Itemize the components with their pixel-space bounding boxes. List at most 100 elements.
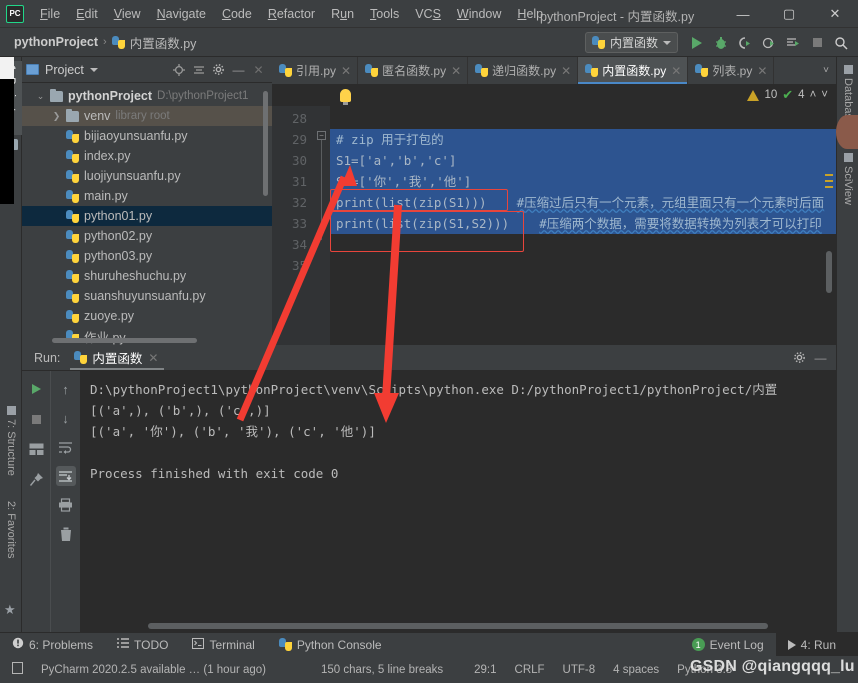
- intention-bulb-icon[interactable]: [340, 89, 351, 102]
- python-file-icon: [66, 210, 79, 223]
- sidebar-item-favorites[interactable]: 2: Favorites: [0, 497, 22, 593]
- close-panel-button[interactable]: ✕: [249, 60, 268, 79]
- tree-item-index[interactable]: index.py: [22, 146, 272, 166]
- tree-item-venv[interactable]: ❯ venv library root: [22, 106, 272, 126]
- tree-item-pythonproject[interactable]: ⌄ pythonProject D:\pythonProject1: [22, 86, 272, 106]
- console-view-button[interactable]: [26, 439, 46, 459]
- status-run-tab[interactable]: 4: Run: [776, 633, 858, 657]
- menu-tools[interactable]: Tools: [362, 3, 407, 25]
- menu-run[interactable]: Run: [323, 3, 362, 25]
- editor-tab-neizhifunc[interactable]: 内置函数.py ✕: [578, 57, 688, 84]
- collapse-all-button[interactable]: [189, 60, 208, 79]
- run-coverage-button[interactable]: [734, 32, 756, 54]
- rerun-button[interactable]: [26, 379, 46, 399]
- clear-all-button[interactable]: [56, 524, 76, 544]
- up-arrow-button[interactable]: ↑: [56, 379, 76, 399]
- menu-code[interactable]: Code: [214, 3, 260, 25]
- hide-panel-button[interactable]: —: [229, 60, 248, 79]
- editor-error-stripe[interactable]: [823, 106, 835, 345]
- run-config-label: 内置函数: [610, 34, 658, 51]
- status-update-available[interactable]: PyCharm 2020.2.5 available … (1 hour ago…: [32, 664, 275, 676]
- maximize-button[interactable]: ▢: [766, 0, 812, 28]
- editor-vertical-scrollbar[interactable]: [826, 251, 832, 293]
- menu-vcs[interactable]: VCS: [407, 3, 449, 25]
- python-file-icon: [475, 64, 488, 77]
- close-tab-icon[interactable]: ✕: [757, 64, 767, 78]
- next-problem-button[interactable]: ˅: [821, 89, 828, 101]
- menu-window[interactable]: Window: [449, 3, 509, 25]
- settings-gear-icon[interactable]: [209, 60, 228, 79]
- status-caret-position[interactable]: 29:1: [452, 664, 505, 676]
- menu-view[interactable]: View: [106, 3, 149, 25]
- close-tab-icon[interactable]: ✕: [451, 64, 461, 78]
- down-arrow-button[interactable]: ↓: [56, 408, 76, 428]
- tree-item-python01[interactable]: python01.py: [22, 206, 272, 226]
- menu-file[interactable]: File: [32, 3, 68, 25]
- tree-item-zuoye-cn[interactable]: 作业.py: [22, 326, 272, 346]
- project-tree-horizontal-scrollbar[interactable]: [52, 338, 197, 343]
- console-horizontal-scrollbar[interactable]: [148, 623, 768, 629]
- sidebar-item-sciview[interactable]: SciView: [837, 149, 858, 225]
- locate-button[interactable]: [169, 60, 188, 79]
- close-tab-icon[interactable]: ✕: [561, 64, 571, 78]
- pin-tab-button[interactable]: [26, 469, 46, 489]
- editor-tab-liebiao[interactable]: 列表.py ✕: [688, 57, 774, 84]
- tree-item-shuruheshuchu[interactable]: shuruheshuchu.py: [22, 266, 272, 286]
- run-settings-gear-icon[interactable]: [790, 348, 809, 367]
- tree-item-bijiaoyunsuanfu[interactable]: bijiaoyunsuanfu.py: [22, 126, 272, 146]
- prev-problem-button[interactable]: ˄: [810, 89, 817, 101]
- soft-wrap-button[interactable]: [56, 437, 76, 457]
- profile-button[interactable]: [758, 32, 780, 54]
- breadcrumb-file[interactable]: 内置函数.py: [130, 33, 197, 52]
- fold-region-icon[interactable]: −: [317, 131, 326, 140]
- tree-item-python03[interactable]: python03.py: [22, 246, 272, 266]
- code-lines: # zip 用于打包的 S1=['a','b','c'] S2=['你','我'…: [330, 108, 836, 345]
- status-indent[interactable]: 4 spaces: [604, 664, 668, 676]
- debug-button[interactable]: [710, 32, 732, 54]
- close-button[interactable]: ✕: [812, 0, 858, 28]
- status-python-console[interactable]: Python Console: [267, 638, 394, 652]
- project-tree-vertical-scrollbar[interactable]: [263, 91, 268, 196]
- minimize-button[interactable]: —: [720, 0, 766, 28]
- run-session-tab[interactable]: 内置函数 ✕: [70, 346, 164, 370]
- status-problems[interactable]: 6: Problems: [0, 637, 105, 652]
- sidebar-item-structure[interactable]: 7: Structure: [0, 402, 22, 488]
- stop-run-button[interactable]: [26, 409, 46, 429]
- editor-tab-diguifunc[interactable]: 递归函数.py ✕: [468, 57, 578, 84]
- editor-tab-yinyong[interactable]: 引用.py ✕: [272, 57, 358, 84]
- editor-tab-overflow-chevron-down-icon[interactable]: ˅: [816, 57, 836, 84]
- tree-item-suanshuyunsuanfu[interactable]: suanshuyunsuanfu.py: [22, 286, 272, 306]
- status-line-separator[interactable]: CRLF: [506, 664, 554, 676]
- status-encoding[interactable]: UTF-8: [554, 664, 605, 676]
- menu-refactor[interactable]: Refactor: [260, 3, 323, 25]
- tree-item-main[interactable]: main.py: [22, 186, 272, 206]
- editor-tab-nimingfunc[interactable]: 匿名函数.py ✕: [358, 57, 468, 84]
- breadcrumb-project[interactable]: pythonProject: [14, 35, 98, 49]
- code-editor[interactable]: 28 29 30 31 32 33 34 35 − # zip 用于打包的 S1…: [272, 106, 836, 345]
- print-button[interactable]: [56, 495, 76, 515]
- chevron-down-icon[interactable]: ⌄: [36, 91, 45, 102]
- hide-run-window-button[interactable]: —: [811, 348, 830, 367]
- menu-navigate[interactable]: Navigate: [149, 3, 214, 25]
- close-run-tab-icon[interactable]: ✕: [148, 351, 158, 365]
- run-console-output[interactable]: D:\pythonProject1\pythonProject\venv\Scr…: [80, 371, 836, 632]
- project-view-chevron-down-icon[interactable]: [90, 68, 98, 72]
- menu-edit[interactable]: Edit: [68, 3, 106, 25]
- search-everywhere-button[interactable]: [830, 32, 852, 54]
- tree-item-zuoye[interactable]: zuoye.py: [22, 306, 272, 326]
- notification-icon[interactable]: [0, 662, 32, 677]
- project-icon: [26, 64, 39, 75]
- run-with-console-button[interactable]: [782, 32, 804, 54]
- tree-item-luojiyunsuanfu[interactable]: luojiyunsuanfu.py: [22, 166, 272, 186]
- scroll-to-end-button[interactable]: [56, 466, 76, 486]
- status-event-log[interactable]: 1 Event Log: [680, 638, 776, 652]
- run-configuration-selector[interactable]: 内置函数: [585, 32, 678, 53]
- tree-item-python02[interactable]: python02.py: [22, 226, 272, 246]
- close-tab-icon[interactable]: ✕: [671, 64, 681, 78]
- close-tab-icon[interactable]: ✕: [341, 64, 351, 78]
- stop-button[interactable]: [806, 32, 828, 54]
- status-todo[interactable]: TODO: [105, 638, 180, 652]
- run-button[interactable]: [686, 32, 708, 54]
- chevron-right-icon[interactable]: ❯: [52, 111, 61, 122]
- status-terminal[interactable]: Terminal: [180, 638, 266, 652]
